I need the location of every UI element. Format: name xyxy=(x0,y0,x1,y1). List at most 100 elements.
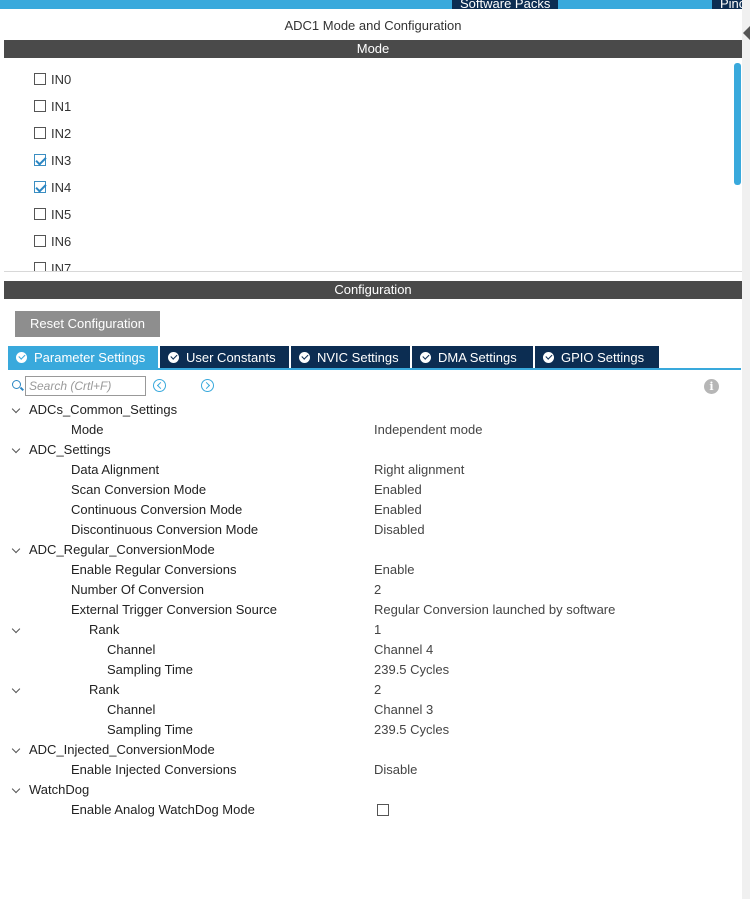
tab-user-constants[interactable]: User Constants xyxy=(160,346,289,368)
tab-underline xyxy=(8,368,741,370)
chevron-down-icon[interactable] xyxy=(11,544,21,554)
param-value[interactable]: 239.5 Cycles xyxy=(374,720,449,740)
previous-result-icon[interactable] xyxy=(153,379,166,392)
param-value[interactable]: Right alignment xyxy=(374,460,464,480)
info-icon[interactable]: i xyxy=(704,379,719,394)
configuration-section-header: Configuration xyxy=(4,281,742,299)
tree-param-row[interactable]: Mode Independent mode xyxy=(0,420,740,440)
param-value[interactable]: Disable xyxy=(374,760,417,780)
checkbox-icon[interactable] xyxy=(34,208,46,220)
chevron-down-icon[interactable] xyxy=(11,624,21,634)
mode-list-scrollbar[interactable] xyxy=(734,63,741,185)
checkbox-icon[interactable] xyxy=(34,262,46,271)
param-name: Enable Analog WatchDog Mode xyxy=(71,802,255,817)
check-circle-icon xyxy=(543,351,554,363)
mode-item-in3[interactable]: IN3 xyxy=(34,150,71,170)
search-input[interactable] xyxy=(25,376,146,396)
param-value[interactable]: Enable xyxy=(374,560,414,580)
tree-rank-row[interactable]: Rank 2 xyxy=(0,680,740,700)
tab-dma-settings[interactable]: DMA Settings xyxy=(412,346,533,368)
param-name: Enable Regular Conversions xyxy=(71,562,237,577)
mode-item-label: IN7 xyxy=(51,260,72,272)
param-value[interactable]: Disabled xyxy=(374,520,425,540)
mode-item-in6[interactable]: IN6 xyxy=(34,231,71,251)
param-value[interactable]: Channel 4 xyxy=(374,640,433,660)
mode-item-in7[interactable]: IN7 xyxy=(34,258,72,272)
tree-group-label: WatchDog xyxy=(29,782,90,797)
tab-label: GPIO Settings xyxy=(561,349,645,365)
tree-param-row[interactable]: Channel Channel 3 xyxy=(0,700,740,720)
right-panel-edge xyxy=(742,0,750,899)
tree-param-row[interactable]: Channel Channel 4 xyxy=(0,640,740,660)
reset-configuration-button[interactable]: Reset Configuration xyxy=(15,311,160,337)
analog-watchdog-checkbox[interactable] xyxy=(377,804,389,816)
tree-group-label: ADC_Injected_ConversionMode xyxy=(29,742,215,757)
mode-item-label: IN0 xyxy=(51,71,72,87)
mode-item-in2[interactable]: IN2 xyxy=(34,123,71,143)
tree-group-adc-settings[interactable]: ADC_Settings xyxy=(0,440,740,460)
checkbox-icon[interactable] xyxy=(34,73,46,85)
top-toolbar-strip: Software Packs Pinout xyxy=(0,0,750,9)
tree-param-row[interactable]: Scan Conversion Mode Enabled xyxy=(0,480,740,500)
mode-item-label: IN5 xyxy=(51,206,72,222)
mode-item-in1[interactable]: IN1 xyxy=(34,96,71,116)
tree-group-watchdog[interactable]: WatchDog xyxy=(0,780,740,800)
tree-param-row[interactable]: Data Alignment Right alignment xyxy=(0,460,740,480)
tree-group-adcs-common-settings[interactable]: ADCs_Common_Settings xyxy=(0,400,740,420)
tab-parameter-settings[interactable]: Parameter Settings xyxy=(8,346,158,368)
param-name: Continuous Conversion Mode xyxy=(71,502,243,517)
checkbox-icon[interactable] xyxy=(34,235,46,247)
param-value[interactable]: Enabled xyxy=(374,480,422,500)
chevron-down-icon[interactable] xyxy=(11,684,21,694)
tree-param-row[interactable]: Enable Injected Conversions Disable xyxy=(0,760,740,780)
param-value[interactable]: Independent mode xyxy=(374,420,482,440)
checked-checkbox-icon[interactable] xyxy=(34,181,46,193)
tree-param-row[interactable]: Enable Regular Conversions Enable xyxy=(0,560,740,580)
tab-gpio-settings[interactable]: GPIO Settings xyxy=(535,346,659,368)
param-value[interactable]: 239.5 Cycles xyxy=(374,660,449,680)
chevron-down-icon[interactable] xyxy=(11,404,21,414)
tree-param-row[interactable]: External Trigger Conversion Source Regul… xyxy=(0,600,740,620)
chevron-down-icon[interactable] xyxy=(11,444,21,454)
chevron-down-icon[interactable] xyxy=(11,744,21,754)
tree-param-row[interactable]: Discontinuous Conversion Mode Disabled xyxy=(0,520,740,540)
tab-nvic-settings[interactable]: NVIC Settings xyxy=(291,346,410,368)
check-circle-icon xyxy=(299,351,310,363)
mode-section-header: Mode xyxy=(4,40,742,58)
tab-label: DMA Settings xyxy=(438,349,517,365)
chevron-down-icon[interactable] xyxy=(11,784,21,794)
param-value[interactable]: 1 xyxy=(374,620,381,640)
param-value[interactable]: Channel 3 xyxy=(374,700,433,720)
tree-param-row[interactable]: Sampling Time 239.5 Cycles xyxy=(0,660,740,680)
param-name: Rank xyxy=(89,622,120,637)
tree-param-row[interactable]: Sampling Time 239.5 Cycles xyxy=(0,720,740,740)
tree-group-label: ADCs_Common_Settings xyxy=(29,402,178,417)
param-value[interactable]: Regular Conversion launched by software xyxy=(374,600,615,620)
tree-rank-row[interactable]: Rank 1 xyxy=(0,620,740,640)
mode-item-label: IN2 xyxy=(51,125,72,141)
collapse-arrow-icon[interactable] xyxy=(743,26,750,40)
tree-param-row[interactable]: Enable Analog WatchDog Mode xyxy=(0,800,740,820)
tree-param-row[interactable]: Continuous Conversion Mode Enabled xyxy=(0,500,740,520)
checked-checkbox-icon[interactable] xyxy=(34,154,46,166)
mode-item-in5[interactable]: IN5 xyxy=(34,204,71,224)
param-value[interactable]: 2 xyxy=(374,680,381,700)
param-value[interactable]: Enabled xyxy=(374,500,422,520)
tree-group-adc-regular-conversionmode[interactable]: ADC_Regular_ConversionMode xyxy=(0,540,740,560)
software-packs-tab[interactable]: Software Packs xyxy=(452,0,559,9)
next-result-icon[interactable] xyxy=(201,379,214,392)
param-name: External Trigger Conversion Source xyxy=(71,602,277,617)
tree-group-adc-injected-conversionmode[interactable]: ADC_Injected_ConversionMode xyxy=(0,740,740,760)
tab-label: NVIC Settings xyxy=(317,349,399,365)
param-name: Number Of Conversion xyxy=(71,582,204,597)
checkbox-icon[interactable] xyxy=(34,127,46,139)
search-bar: i xyxy=(10,376,730,396)
param-name: Channel xyxy=(107,642,156,657)
mode-item-in4[interactable]: IN4 xyxy=(34,177,71,197)
checkbox-icon[interactable] xyxy=(34,100,46,112)
tree-param-row[interactable]: Number Of Conversion 2 xyxy=(0,580,740,600)
param-value[interactable]: 2 xyxy=(374,580,381,600)
tab-label: Parameter Settings xyxy=(34,349,146,365)
mode-item-in0[interactable]: IN0 xyxy=(34,69,71,89)
mode-channel-list: IN0 IN1 IN2 IN3 IN4 IN5 IN6 IN7 xyxy=(4,58,742,272)
